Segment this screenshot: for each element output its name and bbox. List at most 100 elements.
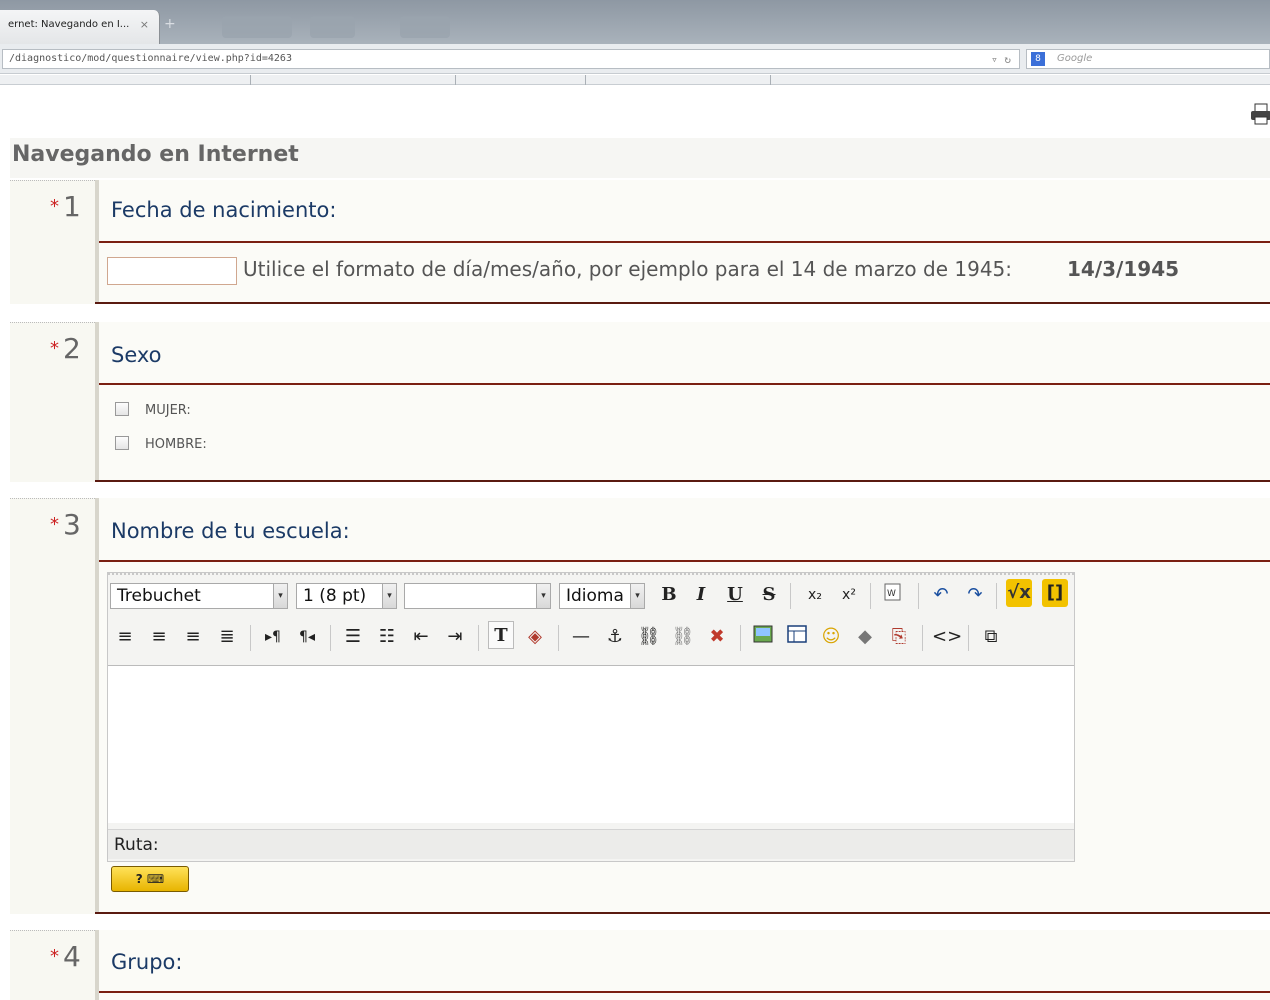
bookmarks-bar <box>0 75 1270 85</box>
remove-link-icon[interactable]: ✖ <box>704 623 730 651</box>
search-engine-icon[interactable]: 8 <box>1031 52 1045 66</box>
search-placeholder: Google <box>1057 53 1093 64</box>
undo-icon[interactable]: ↶ <box>928 581 954 609</box>
editor-text-area[interactable] <box>108 665 1074 823</box>
font-value: Trebuchet <box>117 586 201 606</box>
insert-object-icon[interactable]: ◆ <box>852 623 878 651</box>
indent-icon[interactable]: ⇥ <box>442 623 468 651</box>
chevron-down-icon: ▾ <box>382 584 396 608</box>
bookmark-separator <box>585 75 586 85</box>
language-select[interactable]: Idioma ▾ <box>559 583 645 609</box>
question-bottom-rule <box>95 302 1270 304</box>
size-select[interactable]: 1 (8 pt) ▾ <box>296 583 397 609</box>
browser-tab[interactable]: ernet: Navegando en I... × <box>0 10 160 44</box>
printer-icon[interactable] <box>1250 102 1270 126</box>
fullscreen-icon[interactable]: ⧉ <box>978 623 1004 651</box>
toolbar-separator <box>250 625 251 651</box>
rtl-icon[interactable]: ¶◂ <box>294 623 320 651</box>
font-select[interactable]: Trebuchet ▾ <box>110 583 288 609</box>
subscript-icon[interactable]: x₂ <box>802 581 828 609</box>
question-rule <box>99 241 1270 243</box>
question-4: * 4 Grupo: <box>10 930 1270 1000</box>
toolbar-separator <box>330 625 331 651</box>
option-label: HOMBRE: <box>145 437 207 452</box>
question-number-col: * 3 <box>10 498 95 914</box>
redo-icon[interactable]: ↷ <box>962 581 988 609</box>
toolbar-separator <box>740 625 741 651</box>
bullet-list-icon[interactable]: ☷ <box>374 623 400 651</box>
toolbar-separator <box>996 583 997 609</box>
question-1: * 1 Fecha de nacimiento: Utilice el form… <box>10 180 1270 304</box>
mujer-checkbox[interactable] <box>115 402 129 416</box>
divider <box>10 180 95 182</box>
question-number: 3 <box>63 508 81 541</box>
question-number: 4 <box>63 940 81 973</box>
svg-text:W: W <box>887 589 896 599</box>
background-color-icon[interactable]: ◈ <box>522 623 548 651</box>
editor-toolbar: Trebuchet ▾ 1 (8 pt) ▾ ▾ Idioma ▾ B I U … <box>108 573 1074 663</box>
text-color-icon[interactable]: T <box>488 621 514 649</box>
ltr-icon[interactable]: ▸¶ <box>260 623 286 651</box>
link-icon[interactable]: ⛓ <box>636 623 662 651</box>
url-text: /diagnostico/mod/questionnaire/view.php?… <box>9 53 292 64</box>
option-label: MUJER: <box>145 403 191 418</box>
anchor-icon[interactable]: ⚓ <box>602 623 628 651</box>
paste-word-icon[interactable]: W <box>880 581 906 609</box>
question-title: Grupo: <box>111 950 183 974</box>
question-title: Nombre de tu escuela: <box>111 519 350 543</box>
strikethrough-icon[interactable]: S <box>756 581 782 609</box>
numbered-list-icon[interactable]: ☰ <box>340 623 366 651</box>
equation-icon[interactable]: √x <box>1006 579 1032 607</box>
chevron-down-icon: ▾ <box>630 584 644 608</box>
tab-close-icon[interactable]: × <box>140 18 149 31</box>
birthdate-input[interactable] <box>107 257 237 285</box>
tab-title: ernet: Navegando en I... <box>8 19 130 30</box>
date-format-example: 14/3/1945 <box>1067 257 1180 281</box>
editor-path-bar: Ruta: <box>108 829 1074 859</box>
align-center-icon[interactable]: ≡ <box>146 623 172 651</box>
url-field[interactable]: /diagnostico/mod/questionnaire/view.php?… <box>2 49 1020 69</box>
reload-icon[interactable]: ▿ ↻ <box>991 53 1011 66</box>
address-toolbar: /diagnostico/mod/questionnaire/view.php?… <box>0 44 1270 74</box>
html-source-icon[interactable]: <> <box>932 623 962 651</box>
italic-icon[interactable]: I <box>688 581 714 609</box>
question-number-col: * 4 <box>10 930 95 1000</box>
question-number: 2 <box>63 332 81 365</box>
underline-icon[interactable]: U <box>722 581 748 609</box>
smiley-icon[interactable]: ☺ <box>818 623 844 651</box>
bold-icon[interactable]: B <box>656 581 682 609</box>
hombre-checkbox[interactable] <box>115 436 129 450</box>
insert-image-icon[interactable] <box>750 623 776 651</box>
browser-tab-bar: ernet: Navegando en I... × + <box>0 0 1270 44</box>
horizontal-rule-icon[interactable]: — <box>568 623 594 651</box>
superscript-icon[interactable]: x² <box>836 581 862 609</box>
question-2: * 2 Sexo MUJER: HOMBRE: <box>10 322 1270 482</box>
question-bottom-rule <box>95 480 1270 482</box>
new-tab-icon[interactable]: + <box>164 16 176 32</box>
size-value: 1 (8 pt) <box>303 586 367 606</box>
align-right-icon[interactable]: ≡ <box>180 623 206 651</box>
question-3: * 3 Nombre de tu escuela: Trebuchet ▾ 1 … <box>10 498 1270 914</box>
format-select[interactable]: ▾ <box>404 583 551 609</box>
rich-text-editor: Trebuchet ▾ 1 (8 pt) ▾ ▾ Idioma ▾ B I U … <box>107 572 1075 862</box>
blurred-tab <box>222 16 292 38</box>
question-number-col: * 1 <box>10 180 95 304</box>
outdent-icon[interactable]: ⇤ <box>408 623 434 651</box>
question-rule <box>99 991 1270 993</box>
search-field[interactable]: 8 Google <box>1026 49 1270 69</box>
align-left-icon[interactable]: ≡ <box>112 623 138 651</box>
divider <box>10 498 95 500</box>
insert-table-icon[interactable] <box>784 623 810 651</box>
unlink-icon[interactable]: ⛓ <box>670 623 696 651</box>
keyboard-button[interactable]: ? ⌨ <box>111 866 189 892</box>
question-body: Grupo: <box>95 930 1270 1000</box>
bookmark-separator <box>455 75 456 85</box>
question-bottom-rule <box>95 912 1270 914</box>
date-format-hint: Utilice el formato de día/mes/año, por e… <box>243 257 1013 281</box>
justify-icon[interactable]: ≣ <box>214 623 240 651</box>
paste-special-icon[interactable]: ⎘ <box>886 623 912 651</box>
nolink-icon[interactable]: [] <box>1042 579 1068 607</box>
chevron-down-icon: ▾ <box>536 584 550 608</box>
question-title: Fecha de nacimiento: <box>111 198 337 222</box>
bookmark-separator <box>770 75 771 85</box>
